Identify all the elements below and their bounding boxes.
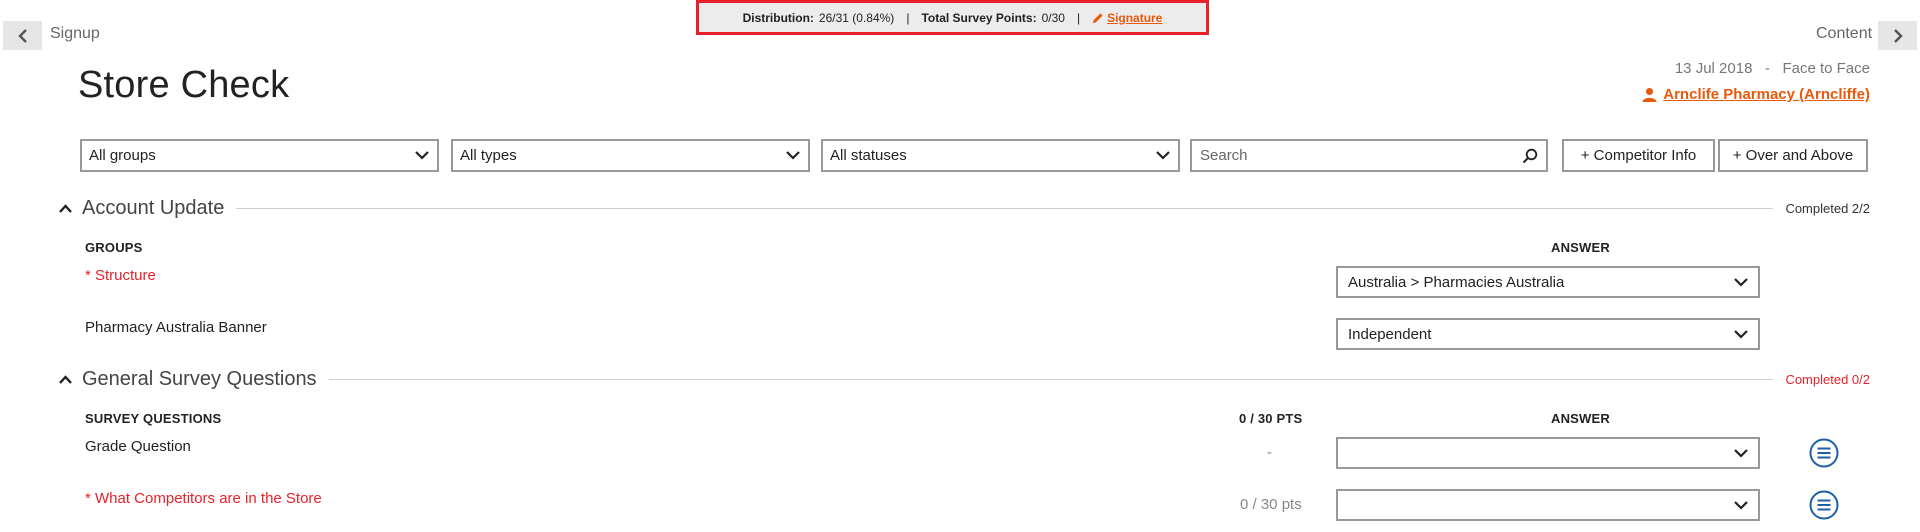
chevron-up-icon[interactable] xyxy=(58,201,72,215)
groups-filter[interactable]: All groups xyxy=(80,139,439,172)
answer-dropdown[interactable]: Australia > Pharmacies Australia xyxy=(1336,266,1760,298)
list-circle-icon[interactable] xyxy=(1809,438,1839,468)
chevron-up-icon[interactable] xyxy=(58,372,72,386)
signature-label: Signature xyxy=(1107,10,1163,25)
chevron-down-icon xyxy=(786,151,800,160)
chevron-down-icon xyxy=(1156,151,1170,160)
chevron-down-icon xyxy=(1734,448,1748,458)
forward-button[interactable] xyxy=(1878,21,1917,50)
search-input[interactable] xyxy=(1200,147,1500,164)
points-label: Total Survey Points: xyxy=(921,10,1037,25)
over-and-above-button[interactable]: + Over and Above xyxy=(1718,139,1868,172)
section-divider xyxy=(236,207,1774,209)
signature-link[interactable]: Signature xyxy=(1092,11,1162,25)
page-title: Store Check xyxy=(78,64,290,106)
person-icon xyxy=(1642,88,1657,102)
points-value: 0/30 xyxy=(1041,10,1065,25)
store-name: Arnclife Pharmacy (Arncliffe) xyxy=(1663,86,1870,103)
search-box xyxy=(1190,139,1548,172)
separator: | xyxy=(1076,10,1081,25)
section-status: Completed 0/2 xyxy=(1785,371,1870,387)
answer-value: Independent xyxy=(1348,325,1432,343)
chevron-left-icon xyxy=(17,28,27,43)
store-link[interactable]: Arnclife Pharmacy (Arncliffe) xyxy=(1642,86,1870,103)
question-points: - xyxy=(1267,444,1272,461)
section-status: Completed 2/2 xyxy=(1785,200,1870,216)
types-filter-value: All types xyxy=(460,147,517,164)
answer-column-header: ANSWER xyxy=(1551,411,1610,426)
separator: | xyxy=(906,10,910,25)
back-label[interactable]: Signup xyxy=(50,25,100,43)
question-points: 0 / 30 pts xyxy=(1240,496,1302,513)
answer-dropdown[interactable]: Independent xyxy=(1336,318,1760,350)
statuses-filter[interactable]: All statuses xyxy=(821,139,1180,172)
answer-column-header: ANSWER xyxy=(1551,240,1610,255)
chevron-right-icon xyxy=(1893,28,1903,43)
forward-label[interactable]: Content xyxy=(1816,25,1872,43)
groups-filter-value: All groups xyxy=(89,147,156,164)
chevron-down-icon xyxy=(1734,500,1748,510)
answer-dropdown[interactable] xyxy=(1336,437,1760,469)
pencil-icon xyxy=(1093,12,1103,23)
distribution-label: Distribution: xyxy=(742,10,814,25)
chevron-down-icon xyxy=(1734,277,1748,287)
survey-questions-column-header: SURVEY QUESTIONS xyxy=(85,411,222,426)
points-column-header: 0 / 30 PTS xyxy=(1239,411,1303,426)
question-label: * What Competitors are in the Store xyxy=(85,490,322,507)
visit-meta: 13 Jul 2018 - Face to Face xyxy=(1675,60,1870,77)
competitor-info-button[interactable]: + Competitor Info xyxy=(1562,139,1715,172)
survey-summary-banner: Distribution: 26/31 (0.84%) | Total Surv… xyxy=(696,0,1209,35)
section-account-update: Account Update Completed 2/2 xyxy=(58,196,1870,220)
back-button[interactable] xyxy=(3,21,42,50)
visit-date: 13 Jul 2018 xyxy=(1674,60,1753,77)
section-divider xyxy=(328,378,1774,380)
answer-dropdown[interactable] xyxy=(1336,489,1760,521)
groups-column-header: GROUPS xyxy=(85,240,143,255)
question-label: * Structure xyxy=(85,267,156,284)
list-circle-icon[interactable] xyxy=(1809,490,1839,520)
section-general-survey-questions: General Survey Questions Completed 0/2 xyxy=(58,367,1870,391)
search-icon[interactable] xyxy=(1522,148,1538,164)
section-title[interactable]: Account Update xyxy=(82,197,224,220)
statuses-filter-value: All statuses xyxy=(830,147,907,164)
distribution-value: 26/31 (0.84%) xyxy=(818,10,895,25)
section-title[interactable]: General Survey Questions xyxy=(82,368,317,391)
question-label: Grade Question xyxy=(85,438,191,455)
answer-value: Australia > Pharmacies Australia xyxy=(1348,273,1565,291)
visit-type: Face to Face xyxy=(1782,60,1870,77)
chevron-down-icon xyxy=(1734,329,1748,339)
types-filter[interactable]: All types xyxy=(451,139,810,172)
meta-separator: - xyxy=(1764,60,1770,77)
question-label: Pharmacy Australia Banner xyxy=(85,319,267,336)
chevron-down-icon xyxy=(415,151,429,160)
